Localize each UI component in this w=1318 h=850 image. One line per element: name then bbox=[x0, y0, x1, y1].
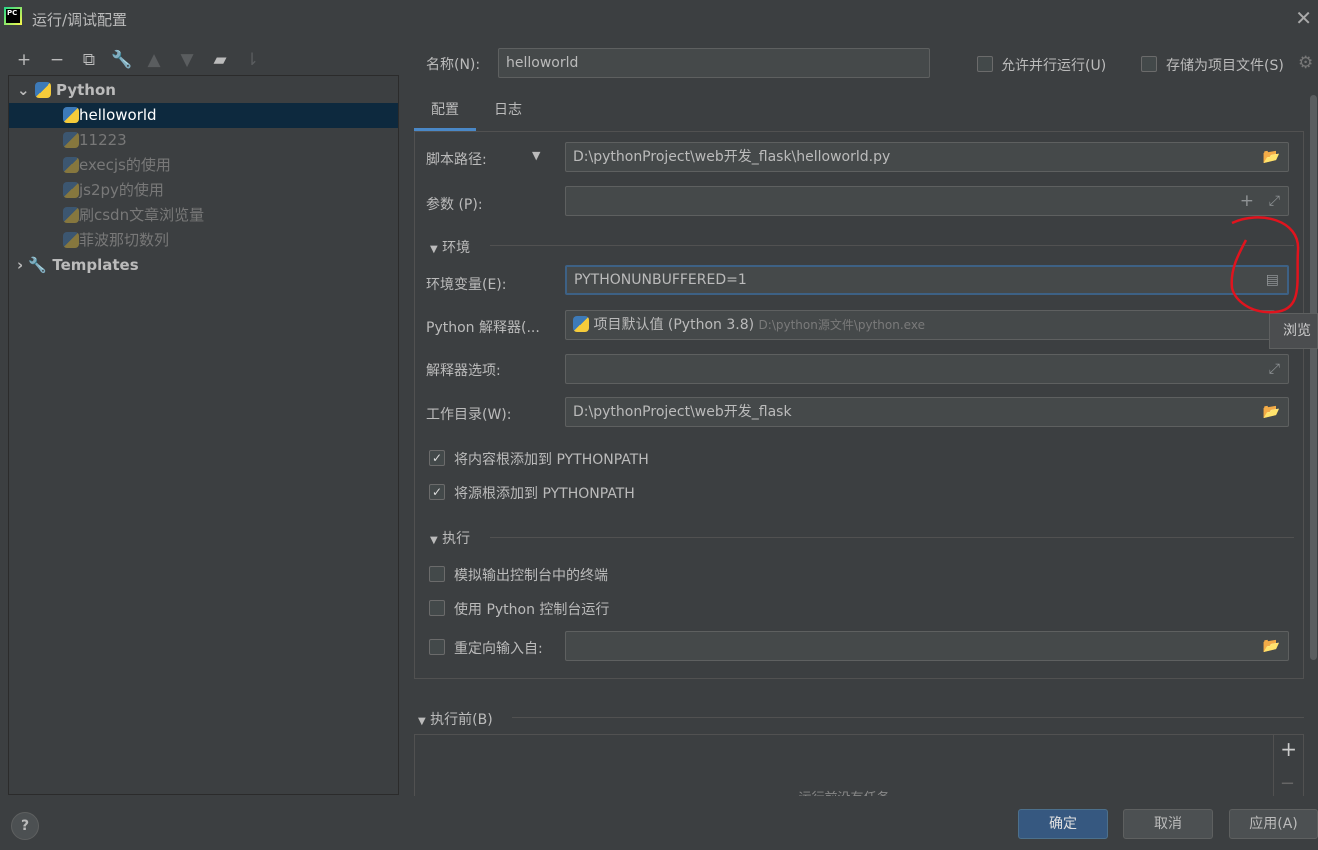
remove-icon[interactable]: − bbox=[1280, 773, 1295, 794]
collapse-icon: ▼ bbox=[430, 244, 438, 255]
gear-icon[interactable]: ⚙ bbox=[1298, 53, 1313, 73]
workdir-input[interactable]: D:\pythonProject\web开发_flask 📂 bbox=[565, 397, 1289, 427]
tree-item[interactable]: 菲波那切数列 bbox=[9, 228, 398, 253]
move-down-icon[interactable]: ▼ bbox=[176, 50, 198, 70]
collapse-icon: ▼ bbox=[418, 716, 426, 727]
python-icon bbox=[573, 316, 589, 332]
tree-item[interactable]: js2py的使用 bbox=[9, 178, 398, 203]
before-launch-list: 运行前没有任务 + − bbox=[414, 734, 1304, 796]
help-button[interactable]: ? bbox=[11, 812, 39, 840]
chevron-down-icon: ⌄ bbox=[17, 81, 30, 99]
envvars-input[interactable]: PYTHONUNBUFFERED=1 ▤ bbox=[565, 265, 1289, 295]
tree-python[interactable]: ⌄ Python bbox=[9, 78, 398, 103]
script-path-input[interactable]: D:\pythonProject\web开发_flask\helloworld.… bbox=[565, 142, 1289, 172]
add-icon[interactable]: + bbox=[1280, 737, 1297, 761]
params-label: 参数 (P): bbox=[426, 197, 483, 213]
interpreter-label: Python 解释器(... bbox=[426, 320, 540, 336]
close-icon[interactable]: ✕ bbox=[1295, 6, 1312, 30]
chevron-right-icon: › bbox=[17, 256, 24, 274]
parallel-label: 允许并行运行(U) bbox=[1001, 58, 1107, 74]
python-icon bbox=[34, 82, 51, 98]
collapse-icon: ▼ bbox=[430, 535, 438, 546]
wrench-icon: 🔧 bbox=[28, 256, 48, 274]
divider bbox=[490, 537, 1294, 538]
add-icon[interactable]: + bbox=[13, 50, 35, 70]
ok-button[interactable]: 确定 bbox=[1018, 809, 1108, 839]
source-roots-label: 将源根添加到 PYTHONPATH bbox=[454, 486, 635, 502]
folder-icon[interactable]: 📂 bbox=[1263, 143, 1280, 171]
scrollbar[interactable] bbox=[1310, 95, 1317, 660]
cancel-button[interactable]: 取消 bbox=[1123, 809, 1213, 839]
move-up-icon[interactable]: ▲ bbox=[143, 50, 165, 70]
pycharm-logo: PC bbox=[4, 7, 22, 25]
python-icon bbox=[63, 207, 79, 223]
tree-item[interactable]: helloworld bbox=[9, 103, 398, 128]
tab-logs[interactable]: 日志 bbox=[476, 94, 540, 131]
python-icon bbox=[63, 107, 79, 123]
apply-button[interactable]: 应用(A) bbox=[1229, 809, 1318, 839]
python-icon bbox=[63, 232, 79, 248]
interpreter-select[interactable]: 项目默认值 (Python 3.8) D:\python源文件\python.e… bbox=[565, 310, 1275, 340]
python-console-label: 使用 Python 控制台运行 bbox=[454, 602, 610, 618]
python-console-checkbox[interactable] bbox=[429, 600, 445, 616]
expand-icon[interactable]: ⤢ bbox=[1269, 355, 1280, 383]
red-annotation-circle bbox=[1230, 216, 1300, 314]
tree-item[interactable]: 刷csdn文章浏览量 bbox=[9, 203, 398, 228]
script-type-dropdown[interactable]: ▼ bbox=[532, 149, 540, 162]
store-checkbox[interactable] bbox=[1141, 56, 1157, 72]
divider bbox=[512, 717, 1304, 718]
exec-section[interactable]: ▼ 执行 bbox=[430, 528, 470, 548]
divider bbox=[490, 245, 1294, 246]
envvars-label: 环境变量(E): bbox=[426, 277, 507, 293]
name-input[interactable]: helloworld bbox=[498, 48, 930, 78]
parallel-checkbox[interactable] bbox=[977, 56, 993, 72]
config-tree: ⌄ Python helloworld 11223 execjs的使用 js2p… bbox=[8, 75, 399, 795]
python-icon bbox=[63, 182, 79, 198]
redirect-input-label: 重定向输入自: bbox=[454, 641, 543, 657]
redirect-input-field[interactable]: 📂 bbox=[565, 631, 1289, 661]
folder-icon[interactable]: 📂 bbox=[1263, 398, 1280, 426]
content-roots-label: 将内容根添加到 PYTHONPATH bbox=[454, 452, 649, 468]
env-section[interactable]: ▼ 环境 bbox=[430, 237, 470, 257]
before-launch-section[interactable]: ▼ 执行前(B) bbox=[418, 709, 493, 729]
tree-templates[interactable]: › 🔧 Templates bbox=[9, 253, 398, 278]
remove-icon[interactable]: − bbox=[46, 50, 68, 70]
script-label: 脚本路径: bbox=[426, 152, 487, 168]
tab-config[interactable]: 配置 bbox=[414, 94, 476, 131]
sort-icon[interactable]: ⇂ bbox=[241, 50, 263, 70]
python-icon bbox=[63, 132, 79, 148]
emulate-terminal-label: 模拟输出控制台中的终端 bbox=[454, 568, 608, 584]
python-icon bbox=[63, 157, 79, 173]
empty-text: 运行前没有任务 bbox=[415, 787, 1273, 796]
content-roots-checkbox[interactable]: ✓ bbox=[429, 450, 445, 466]
folder-icon[interactable]: 📂 bbox=[1263, 632, 1280, 660]
tree-item[interactable]: 11223 bbox=[9, 128, 398, 153]
emulate-terminal-checkbox[interactable] bbox=[429, 566, 445, 582]
tree-item[interactable]: execjs的使用 bbox=[9, 153, 398, 178]
source-roots-checkbox[interactable]: ✓ bbox=[429, 484, 445, 500]
interp-opts-label: 解释器选项: bbox=[426, 363, 501, 379]
wrench-icon[interactable]: 🔧 bbox=[111, 50, 133, 70]
redirect-input-checkbox[interactable] bbox=[429, 639, 445, 655]
window-title: 运行/调试配置 bbox=[32, 11, 128, 29]
interp-opts-input[interactable]: ⤢ bbox=[565, 354, 1289, 384]
name-label: 名称(N): bbox=[426, 57, 481, 73]
workdir-label: 工作目录(W): bbox=[426, 407, 512, 423]
new-folder-icon[interactable]: ▰ bbox=[209, 50, 231, 70]
store-label: 存储为项目文件(S) bbox=[1166, 58, 1284, 74]
copy-icon[interactable]: ⧉ bbox=[78, 50, 100, 70]
params-input[interactable]: + ⤢ bbox=[565, 186, 1289, 216]
